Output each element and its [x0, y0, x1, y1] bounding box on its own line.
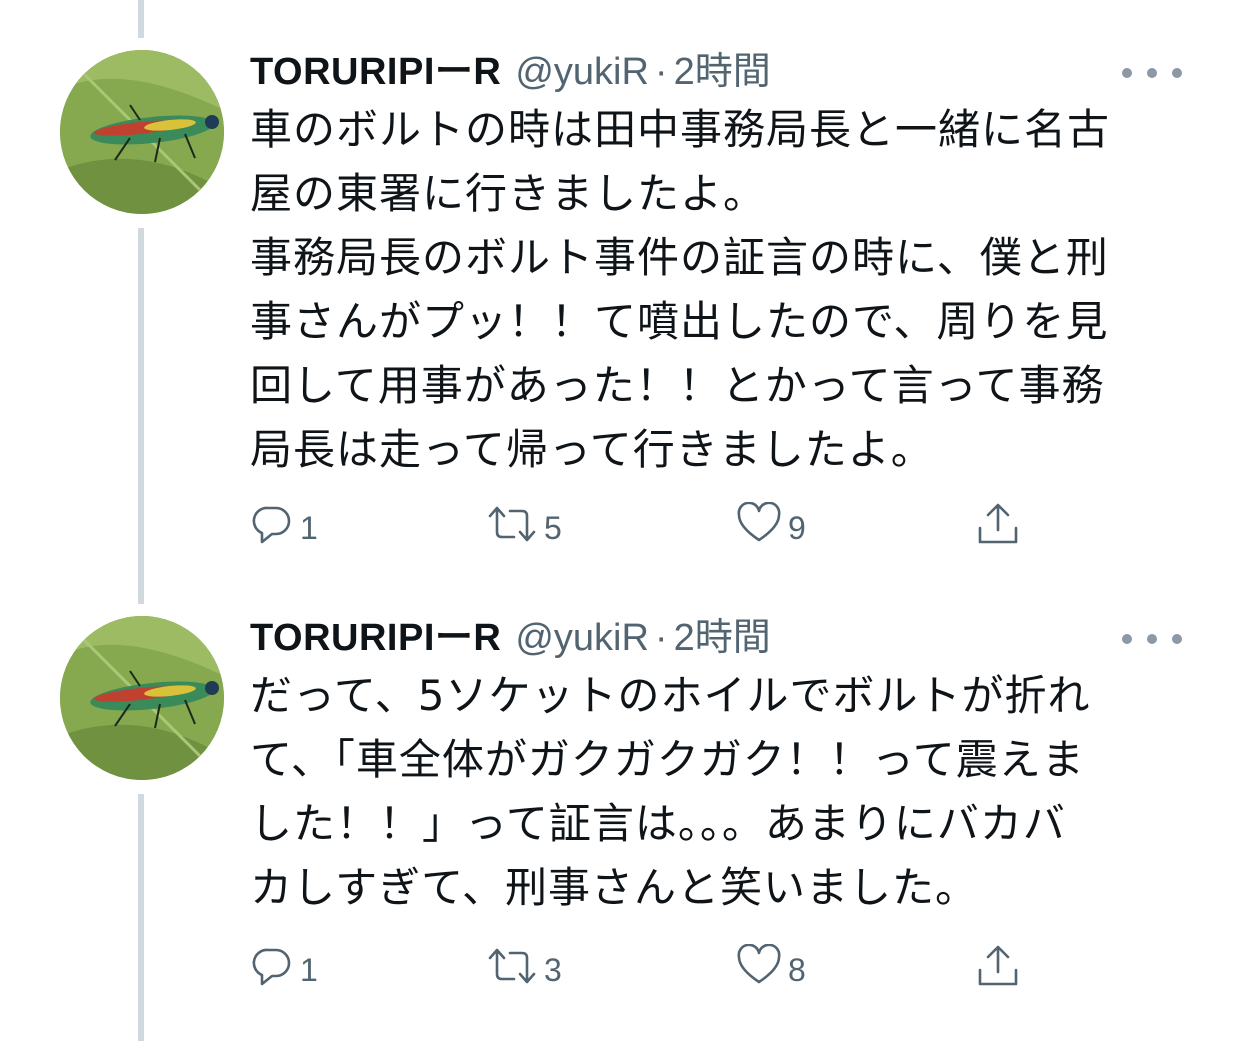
- share-button[interactable]: [974, 498, 1022, 558]
- reply-button[interactable]: 1: [250, 498, 318, 558]
- reply-count: 1: [300, 951, 318, 988]
- retweet-icon: [486, 502, 538, 554]
- like-count: 8: [788, 951, 806, 988]
- avatar[interactable]: [60, 50, 224, 214]
- thread-line-top: [138, 0, 144, 38]
- heart-icon: [736, 501, 782, 554]
- retweet-count: 3: [544, 951, 562, 988]
- separator-dot: ·: [654, 51, 668, 93]
- tweet[interactable]: TORURIPIーR @yukiR · 2時間 車のボルトの時は田中事務局長と一…: [0, 46, 1242, 566]
- tweet-actions: 1 3 8: [250, 940, 1050, 1000]
- avatar[interactable]: [60, 616, 224, 780]
- reply-button[interactable]: 1: [250, 940, 318, 1000]
- more-icon[interactable]: [1122, 624, 1182, 654]
- more-icon[interactable]: [1122, 58, 1182, 88]
- tweet-timestamp[interactable]: 2時間: [674, 612, 771, 664]
- tweet-actions: 1 5 9: [250, 498, 1050, 558]
- retweet-icon: [486, 944, 538, 996]
- retweet-button[interactable]: 5: [486, 498, 562, 558]
- author-name[interactable]: TORURIPIーR: [250, 46, 501, 98]
- retweet-count: 5: [544, 509, 562, 546]
- heart-icon: [736, 943, 782, 996]
- tweet-header: TORURIPIーR @yukiR · 2時間: [250, 46, 771, 98]
- author-handle[interactable]: @yukiR: [515, 46, 649, 98]
- reply-icon: [250, 502, 294, 554]
- tweet-timestamp[interactable]: 2時間: [674, 46, 771, 98]
- reply-icon: [250, 944, 294, 996]
- like-button[interactable]: 9: [736, 498, 806, 558]
- share-icon: [974, 500, 1022, 556]
- like-button[interactable]: 8: [736, 940, 806, 1000]
- retweet-button[interactable]: 3: [486, 940, 562, 1000]
- tweet[interactable]: TORURIPIーR @yukiR · 2時間 だって、5ソケットのホイルでボル…: [0, 612, 1242, 1041]
- reply-count: 1: [300, 509, 318, 546]
- tweet-header: TORURIPIーR @yukiR · 2時間: [250, 612, 771, 664]
- separator-dot: ·: [654, 617, 668, 659]
- tweet-text: 車のボルトの時は田中事務局長と一緒に名古 屋の東署に行きましたよ。 事務局長のボ…: [250, 105, 1111, 474]
- author-handle[interactable]: @yukiR: [515, 612, 649, 664]
- tweet-text: だって、5ソケットのホイルでボルトが折れ て、「車全体がガクガクガク！！って震え…: [250, 671, 1091, 912]
- share-button[interactable]: [974, 940, 1022, 1000]
- like-count: 9: [788, 509, 806, 546]
- author-name[interactable]: TORURIPIーR: [250, 612, 501, 664]
- share-icon: [974, 942, 1022, 998]
